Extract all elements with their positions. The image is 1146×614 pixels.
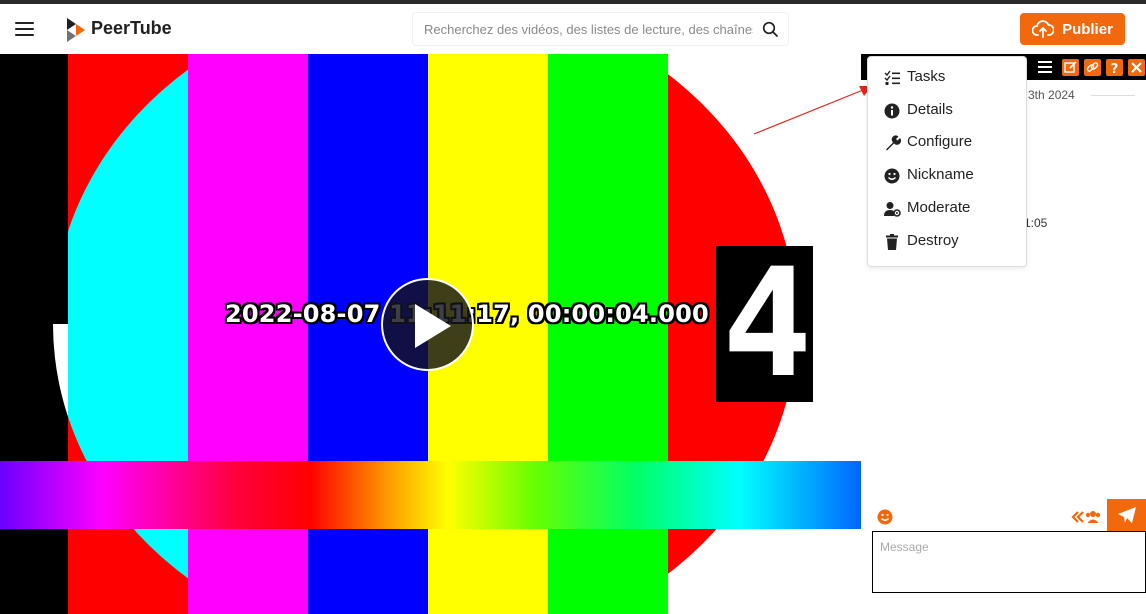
- menu-item-label: Details: [907, 101, 953, 118]
- hamburger-menu-icon[interactable]: [15, 22, 35, 38]
- menu-item-label: Configure: [907, 133, 973, 150]
- upload-cloud-icon: [1032, 20, 1055, 38]
- message-box: [872, 531, 1146, 593]
- menu-item-tasks[interactable]: Tasks: [868, 63, 1026, 93]
- menu-item-moderate[interactable]: Moderate: [868, 194, 1026, 224]
- menu-item-label: Tasks: [907, 68, 946, 85]
- trash-icon: [886, 234, 898, 250]
- search-bar: [413, 13, 788, 45]
- countdown-digit: 4: [722, 237, 813, 411]
- menu-item-label: Destroy: [907, 232, 959, 249]
- help-icon[interactable]: ?: [1106, 59, 1123, 77]
- smile-icon: [884, 168, 900, 184]
- edit-icon[interactable]: [1062, 59, 1079, 76]
- close-icon[interactable]: [1128, 59, 1145, 76]
- date-separator: 3th 2024: [1028, 88, 1075, 102]
- menu-item-details[interactable]: Details: [868, 96, 1026, 126]
- send-icon: [1118, 507, 1136, 523]
- message-time: 1:05: [1024, 216, 1048, 230]
- emoji-picker-icon[interactable]: [877, 509, 893, 525]
- date-separator-line: [1091, 95, 1135, 96]
- menu-item-destroy[interactable]: Destroy: [868, 227, 1026, 257]
- publish-label: Publier: [1062, 20, 1113, 38]
- svg-text:?: ?: [1111, 62, 1119, 76]
- video-player[interactable]: 4 2022-08-07 11:11:17, 00:00:04.000: [0, 54, 861, 614]
- menu-icon[interactable]: [1037, 60, 1053, 75]
- peertube-logo-icon: [67, 18, 85, 42]
- menu-item-configure[interactable]: Configure: [868, 128, 1026, 158]
- play-button[interactable]: [381, 278, 474, 371]
- send-button[interactable]: [1107, 499, 1146, 531]
- tasks-icon: [884, 70, 900, 85]
- menu-item-label: Nickname: [907, 166, 974, 183]
- menu-item-label: Moderate: [907, 199, 971, 216]
- search-input[interactable]: [413, 13, 753, 45]
- publish-button[interactable]: Publier: [1020, 13, 1125, 45]
- app-name[interactable]: PeerTube: [91, 18, 172, 39]
- play-icon: [415, 304, 451, 348]
- message-input[interactable]: [873, 532, 1145, 592]
- info-icon: [884, 103, 900, 119]
- room-menu-dropdown: Tasks Details Configure Nickname Moderat…: [867, 56, 1027, 267]
- occupants-toggle-icon[interactable]: [1071, 509, 1103, 525]
- search-icon[interactable]: [762, 21, 778, 37]
- link-icon[interactable]: [1084, 59, 1101, 76]
- menu-item-nickname[interactable]: Nickname: [868, 161, 1026, 191]
- header: PeerTube Publier: [0, 4, 1146, 54]
- user-cog-icon: [884, 202, 901, 217]
- wrench-icon: [886, 135, 901, 151]
